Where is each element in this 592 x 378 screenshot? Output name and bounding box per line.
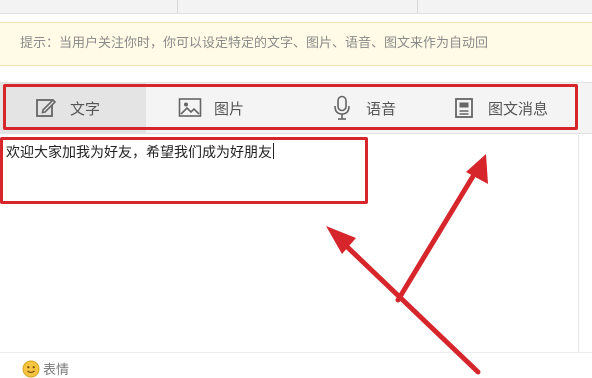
tip-bar: 提示：当用户关注你时，你可以设定特定的文字、图片、语音、图文来作为自动回 xyxy=(0,22,592,66)
top-strip xyxy=(0,0,592,14)
top-strip-segment xyxy=(0,0,178,13)
tab-text-label: 文字 xyxy=(70,99,101,118)
editor-bottom-bar: 表情 xyxy=(0,352,592,378)
message-type-toolbar: 文字 图片 语音 图文消息 xyxy=(0,82,592,134)
tab-article[interactable]: 图文消息 xyxy=(452,83,582,133)
text-caret xyxy=(273,143,274,159)
edit-icon xyxy=(34,96,58,120)
message-editor[interactable]: 欢迎大家加我为好友，希望我们成为好朋友 xyxy=(0,135,592,350)
tab-image-label: 图片 xyxy=(214,99,245,118)
tab-voice-label: 语音 xyxy=(366,99,397,118)
emoji-button[interactable]: 表情 xyxy=(22,359,69,378)
article-icon xyxy=(452,96,476,120)
microphone-icon xyxy=(330,95,354,120)
tab-voice[interactable]: 语音 xyxy=(322,83,442,133)
tab-article-label: 图文消息 xyxy=(488,99,549,118)
top-strip-segment xyxy=(178,0,418,13)
tab-image[interactable]: 图片 xyxy=(170,83,290,133)
editor-value: 欢迎大家加我为好友，希望我们成为好朋友 xyxy=(6,145,272,161)
tip-text: 提示：当用户关注你时，你可以设定特定的文字、图片、语音、图文来作为自动回 xyxy=(20,36,489,51)
emoji-label: 表情 xyxy=(43,363,70,378)
smiley-icon xyxy=(22,360,40,377)
image-icon xyxy=(178,96,202,120)
editor-content[interactable]: 欢迎大家加我为好友，希望我们成为好朋友 xyxy=(6,142,274,162)
tab-text[interactable]: 文字 xyxy=(0,83,146,133)
panel-right-border xyxy=(578,135,592,378)
